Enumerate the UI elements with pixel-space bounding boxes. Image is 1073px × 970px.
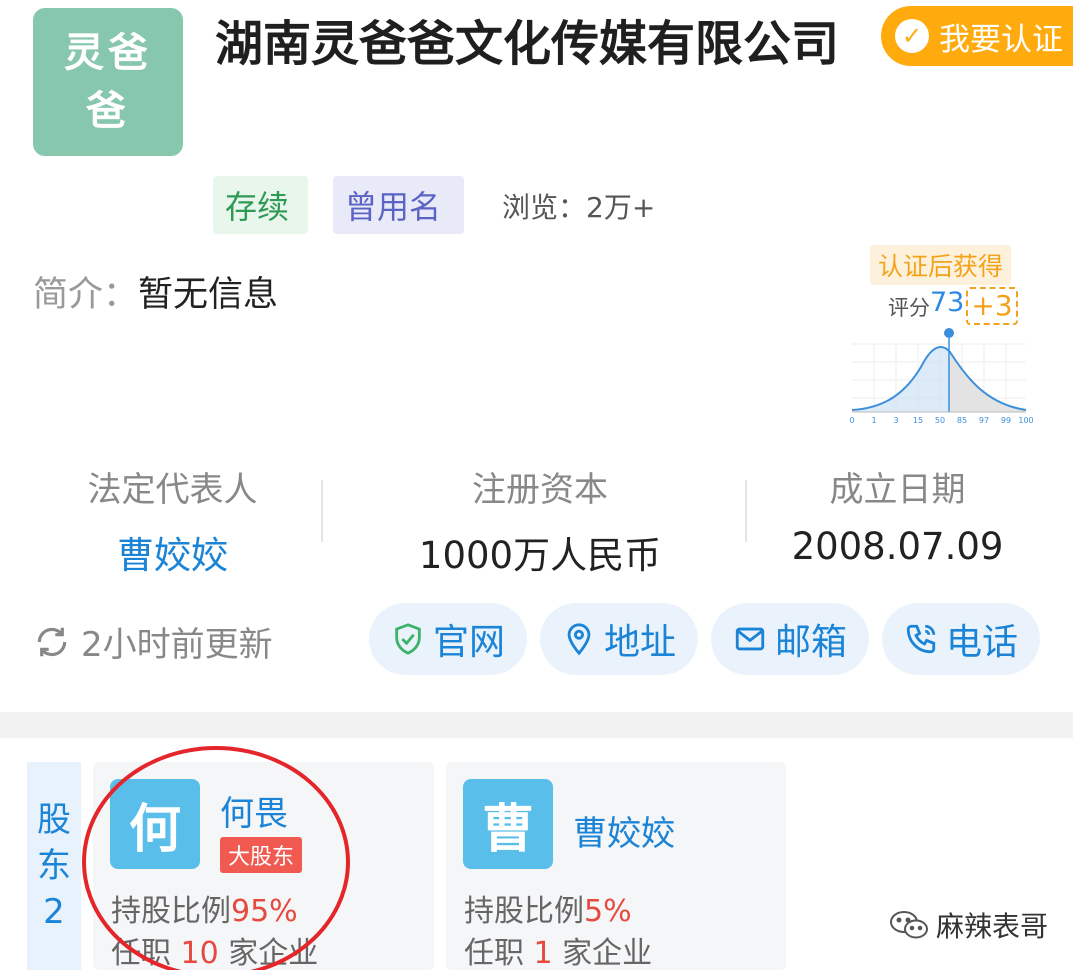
shareholder-card[interactable]: 曹 曹姣姣 持股比例5% 任职 1 家企业 [446, 762, 786, 970]
stat-label: 成立日期 [829, 470, 966, 510]
phone-button[interactable]: 电话 [882, 603, 1040, 675]
score-label: 评分 [888, 296, 930, 320]
stat-value: 1000万人民币 [418, 534, 662, 577]
share-ratio: 持股比例5% [464, 886, 632, 930]
verified-check-icon: ✓ [895, 19, 929, 53]
shareholders-tab[interactable]: 股 东 2 [27, 762, 81, 970]
company-logo: 灵爸 爸 [33, 8, 183, 156]
logo-text-line1: 灵爸 [64, 30, 152, 76]
mail-icon [735, 627, 765, 651]
axis-tick: 99 [1001, 416, 1011, 425]
website-label: 官网 [432, 622, 505, 663]
divider [321, 480, 323, 542]
jobs-prefix: 任职 [464, 936, 534, 970]
location-pin-icon [567, 623, 591, 656]
avatar: 曹 [463, 779, 553, 869]
address-label: 地址 [603, 622, 676, 663]
website-button[interactable]: 官网 [369, 603, 527, 675]
certify-label: 我要认证 [939, 21, 1063, 58]
jobs-count: 1 [533, 936, 553, 970]
stat-legal-rep: 法定代表人 曹姣姣 [70, 462, 275, 579]
email-button[interactable]: 邮箱 [711, 603, 869, 675]
ratio-value: 5% [584, 894, 632, 929]
refresh-icon [37, 627, 67, 656]
stat-capital: 注册资本 1000万人民币 [405, 462, 675, 579]
address-button[interactable]: 地址 [540, 603, 698, 675]
phone-icon [906, 624, 936, 654]
axis-tick: 97 [979, 416, 989, 425]
axis-tick: 50 [935, 416, 945, 425]
score-value: 73 [930, 287, 965, 318]
legal-rep-link[interactable]: 曹姣姣 [70, 525, 275, 579]
shareholders-tab-char: 东 [37, 846, 71, 886]
red-annotation-circle [82, 746, 350, 970]
phone-label: 电话 [945, 622, 1018, 663]
axis-tick: 1 [871, 416, 876, 425]
shareholders-tab-char: 股 [37, 800, 71, 840]
stat-value: 2008.07.09 [791, 525, 1004, 568]
updated-text: 2小时前更新 [81, 625, 273, 665]
axis-tick: 15 [913, 416, 923, 425]
axis-tick: 0 [849, 416, 854, 425]
logo-text-line2: 爸 [86, 88, 130, 134]
certify-button[interactable]: ✓ 我要认证 [881, 6, 1073, 66]
intro-label: 简介： [33, 275, 139, 315]
shareholders-count: 2 [43, 892, 65, 932]
ratio-label: 持股比例 [464, 894, 584, 929]
updated-status[interactable]: 2小时前更新 [33, 617, 273, 666]
divider [745, 480, 747, 542]
score-distribution-chart[interactable]: 0 1 3 15 50 85 97 99 100 [846, 322, 1036, 430]
score-tip[interactable]: 认证后获得 [870, 245, 1012, 285]
jobs-suffix: 家企业 [552, 936, 653, 970]
stat-label: 注册资本 [472, 470, 608, 510]
wechat-icon [890, 911, 928, 939]
shareholder-name[interactable]: 曹姣姣 [573, 806, 675, 855]
old-name-tag[interactable]: 曾用名 [333, 176, 464, 234]
intro: 简介：暂无信息 [33, 266, 278, 317]
intro-value: 暂无信息 [138, 275, 279, 315]
email-label: 邮箱 [774, 622, 847, 663]
score-bonus: +3 [966, 287, 1018, 325]
company-name: 湖南灵爸爸文化传媒有限公司 [215, 16, 840, 72]
status-tag: 存续 [213, 176, 308, 234]
axis-tick: 85 [957, 416, 967, 425]
views-count: 浏览：2万+ [502, 191, 656, 224]
shield-check-icon [395, 623, 421, 655]
axis-tick: 100 [1018, 416, 1033, 425]
axis-tick: 3 [893, 416, 898, 425]
watermark-text: 麻辣表哥 [936, 910, 1049, 943]
positions-held: 任职 1 家企业 [464, 928, 652, 970]
stat-label: 法定代表人 [87, 470, 258, 510]
section-divider [0, 712, 1073, 738]
watermark: 麻辣表哥 [888, 905, 1048, 945]
stat-founded: 成立日期 2008.07.09 [790, 462, 1005, 568]
